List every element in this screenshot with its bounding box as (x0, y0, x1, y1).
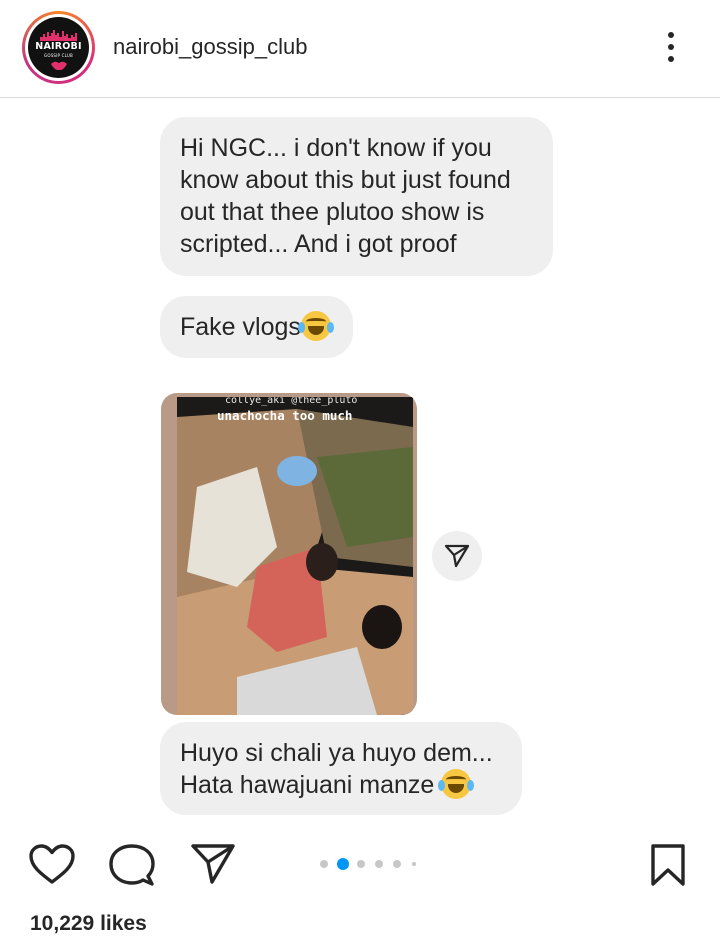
message-bubble: Hi NGC... i don't know if you know about… (160, 117, 553, 276)
message-line: Hata hawajuani manze (180, 771, 435, 799)
message-line: Huyo si chali ya huyo dem... (180, 739, 493, 767)
laughing-emoji-icon (438, 769, 475, 799)
comment-icon[interactable] (109, 843, 155, 887)
message-line: know about this but just found (180, 166, 511, 194)
avatar-brand-sub: GOSSIP CLUB (44, 53, 73, 58)
caption-text: unachocha too much (217, 408, 353, 423)
username[interactable]: nairobi_gossip_club (113, 34, 307, 60)
shared-video-thumbnail[interactable]: collye_aki @thee_pluto unachocha too muc… (161, 393, 417, 715)
message-text: Fake vlogs (180, 313, 301, 341)
avatar-brand: NAIROBI (35, 41, 82, 52)
laughing-emoji-icon (297, 311, 334, 341)
message-line: scripted... And i got proof (180, 230, 457, 258)
carousel-indicator (320, 858, 420, 870)
action-bar (0, 825, 720, 905)
video-frame: collye_aki @thee_pluto unachocha too muc… (177, 397, 413, 715)
post-image[interactable]: Hi NGC... i don't know if you know about… (0, 99, 720, 825)
share-message-button[interactable] (432, 531, 482, 581)
message-line: out that thee plutoo show is (180, 198, 485, 226)
avatar-logo: NAIROBI GOSSIP CLUB (28, 17, 89, 78)
post-header: NAIROBI GOSSIP CLUB nairobi_gossip_club (0, 0, 720, 98)
more-vertical-icon[interactable] (658, 28, 684, 66)
bookmark-icon[interactable] (648, 843, 688, 887)
message-bubble: Huyo si chali ya huyo dem... Hata hawaju… (160, 722, 522, 815)
send-icon (444, 544, 470, 568)
send-icon[interactable] (190, 843, 236, 885)
caption-user: collye_aki @thee_pluto (225, 397, 358, 406)
lips-icon (51, 61, 67, 70)
skyline-icon (40, 30, 77, 41)
likes-count[interactable]: 10,229 likes (30, 912, 147, 936)
message-bubble: Fake vlogs (160, 296, 353, 358)
avatar[interactable]: NAIROBI GOSSIP CLUB (22, 11, 95, 84)
message-line: Hi NGC... i don't know if you (180, 134, 492, 162)
video-scene (177, 397, 413, 715)
heart-icon[interactable] (28, 843, 76, 885)
